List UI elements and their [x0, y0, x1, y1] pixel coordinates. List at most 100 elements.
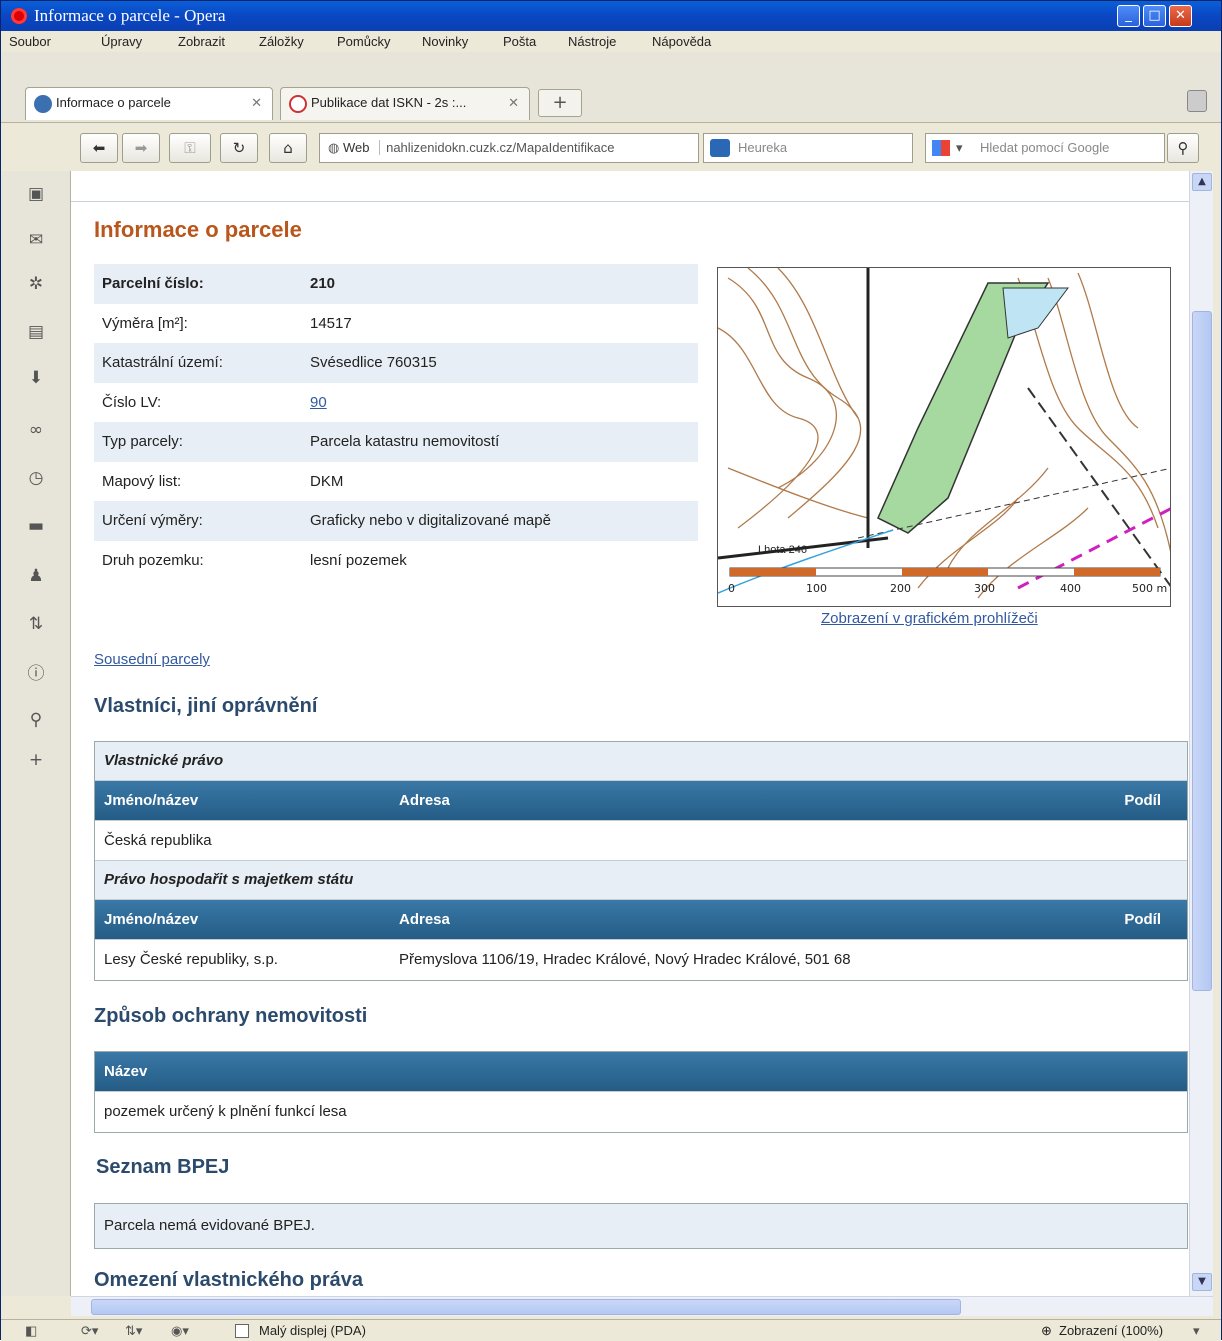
tab-publikace[interactable]: Publikace dat ISKN - 2s :... ✕: [280, 87, 530, 120]
forward-button[interactable]: ➡: [122, 133, 160, 163]
address-text: nahlizenidokn.cuzk.cz/MapaIdentifikace: [386, 140, 615, 155]
chevron-down-icon[interactable]: ▾: [1193, 1320, 1200, 1341]
trash-icon[interactable]: [1187, 90, 1207, 112]
heureka-search-input[interactable]: Heureka: [703, 133, 913, 163]
search-icon[interactable]: ⚲: [25, 709, 47, 731]
opera-logo-icon: [11, 8, 27, 24]
menu-zobrazit[interactable]: Zobrazit: [178, 34, 225, 49]
col-address: Adresa: [399, 792, 450, 809]
menu-bar: Soubor Úpravy Zobrazit Záložky Pomůcky N…: [1, 31, 1221, 52]
info-row: Určení výměry: Graficky nebo v digitalizo…: [94, 501, 698, 541]
section-title: Vlastnické právo: [95, 742, 1187, 781]
scale-500: 500 m: [1132, 582, 1168, 595]
history-icon[interactable]: ◷: [25, 467, 47, 489]
tab-label: Informace o parcele: [56, 95, 171, 110]
map-viewer-link[interactable]: Zobrazení v grafickém prohlížeči: [821, 610, 1038, 627]
map-svg: [718, 268, 1170, 599]
back-button[interactable]: ⬅: [80, 133, 118, 163]
info-key: Číslo LV:: [102, 393, 162, 411]
info-value: DKM: [310, 472, 344, 490]
small-display-checkbox[interactable]: [235, 1324, 249, 1338]
new-tab-button[interactable]: +: [538, 89, 582, 117]
unite-icon[interactable]: ⇅▾: [125, 1320, 142, 1341]
home-button[interactable]: ⌂: [269, 133, 307, 163]
reload-button[interactable]: ↻: [220, 133, 258, 163]
mail-icon[interactable]: ✉: [25, 229, 47, 251]
restrictions-heading: Omezení vlastnického práva: [94, 1269, 364, 1291]
sync-icon[interactable]: ⟳▾: [81, 1320, 98, 1341]
horizontal-scrollbar[interactable]: [71, 1296, 1213, 1316]
contacts-icon[interactable]: ♟: [25, 565, 47, 587]
page-content: Informace o parcele Parcelní číslo: 210 V…: [71, 171, 1189, 1296]
zoom-icon: ⊕: [1041, 1323, 1052, 1338]
info-value: lesní pozemek: [310, 551, 407, 569]
info-value: Graficky nebo v digitalizované mapě: [310, 512, 551, 530]
info-key: Katastrální území:: [102, 354, 223, 372]
scale-400: 400: [1060, 582, 1081, 595]
info-row: Mapový list: DKM: [94, 462, 698, 502]
menu-soubor[interactable]: Soubor: [9, 34, 51, 49]
search-button-icon[interactable]: ⚲: [1167, 133, 1199, 163]
info-value: Svésedlice 760315: [310, 354, 437, 372]
chevron-down-icon[interactable]: ▾: [956, 134, 963, 162]
info-icon[interactable]: ⓘ: [25, 663, 47, 685]
info-key: Parcelní číslo:: [102, 275, 204, 293]
links-icon[interactable]: ∞: [25, 419, 47, 441]
table-row: pozemek určený k plnění funkcí lesa: [95, 1092, 1187, 1132]
owner-name: Lesy České republiky, s.p.: [104, 951, 278, 968]
vertical-scrollbar[interactable]: ▲ ▼: [1189, 171, 1213, 1296]
small-display-label: Malý displej (PDA): [259, 1323, 366, 1338]
panel-toggle-icon[interactable]: ◧: [25, 1320, 37, 1341]
downloads-icon[interactable]: ⬇: [25, 367, 47, 389]
close-tab-icon[interactable]: ✕: [508, 88, 519, 118]
close-tab-icon[interactable]: ✕: [251, 88, 262, 118]
hscroll-thumb[interactable]: [91, 1299, 961, 1315]
scale-200: 200: [890, 582, 911, 595]
info-key: Druh pozemku:: [102, 551, 204, 569]
web-label: Web: [342, 140, 370, 155]
maximize-button[interactable]: □: [1143, 5, 1166, 27]
tab-informace[interactable]: Informace o parcele ✕: [25, 87, 273, 120]
scale-300: 300: [974, 582, 995, 595]
window-title: Informace o parcele - Opera: [34, 6, 226, 25]
col-name: Jméno/název: [104, 792, 199, 809]
owners-table: Vlastnické právo Jméno/název Adresa Podí…: [94, 741, 1188, 981]
windows-icon[interactable]: ▬: [25, 515, 47, 537]
scroll-down-icon[interactable]: ▼: [1192, 1273, 1212, 1291]
info-row: Typ parcely: Parcela katastru nemovitostí: [94, 422, 698, 462]
notes-icon[interactable]: ▤: [25, 321, 47, 343]
menu-posta[interactable]: Pošta: [503, 34, 536, 49]
neighbor-parcels-link[interactable]: Sousední parcely: [94, 651, 210, 668]
add-panel-icon[interactable]: +: [25, 749, 47, 771]
scroll-thumb[interactable]: [1192, 311, 1212, 991]
address-field[interactable]: ◍ Web nahlizenidokn.cuzk.cz/MapaIdentifi…: [319, 133, 699, 163]
scroll-up-icon[interactable]: ▲: [1192, 173, 1212, 191]
info-value: Parcela katastru nemovitostí: [310, 433, 500, 451]
menu-napoveda[interactable]: Nápověda: [652, 34, 711, 49]
bookmarks-icon[interactable]: ▣: [25, 183, 47, 205]
minimize-button[interactable]: _: [1117, 5, 1140, 27]
info-row: Druh pozemku: lesní pozemek: [94, 541, 698, 581]
info-key: Určení výměry:: [102, 512, 203, 530]
zoom-label[interactable]: Zobrazení (100%): [1059, 1320, 1163, 1341]
lv-link[interactable]: 90: [310, 394, 327, 411]
table-header: Jméno/název Adresa Podíl: [95, 900, 1187, 940]
menu-nastroje[interactable]: Nástroje: [568, 34, 616, 49]
parcel-map[interactable]: Lhota 246 0 100 200 300 400 500 m: [717, 267, 1171, 607]
menu-zalozky[interactable]: Záložky: [259, 34, 304, 49]
google-search-input[interactable]: ▾ Hledat pomocí Google: [925, 133, 1165, 163]
turbo-icon[interactable]: ◉▾: [171, 1320, 189, 1341]
transfers-icon[interactable]: ⇅: [25, 613, 47, 635]
info-key: Typ parcely:: [102, 433, 183, 451]
info-row: Parcelní číslo: 210: [94, 264, 698, 304]
menu-novinky[interactable]: Novinky: [422, 34, 468, 49]
menu-pomucky[interactable]: Pomůcky: [337, 34, 390, 49]
page-title: Informace o parcele: [94, 217, 302, 242]
menu-upravy[interactable]: Úpravy: [101, 34, 142, 49]
close-window-button[interactable]: ✕: [1169, 5, 1192, 27]
protection-table: Název pozemek určený k plnění funkcí les…: [94, 1051, 1188, 1133]
info-value: 210: [310, 275, 336, 293]
scale-100: 100: [806, 582, 827, 595]
key-icon[interactable]: ⚿: [169, 133, 211, 163]
widgets-icon[interactable]: ✲: [25, 273, 47, 295]
